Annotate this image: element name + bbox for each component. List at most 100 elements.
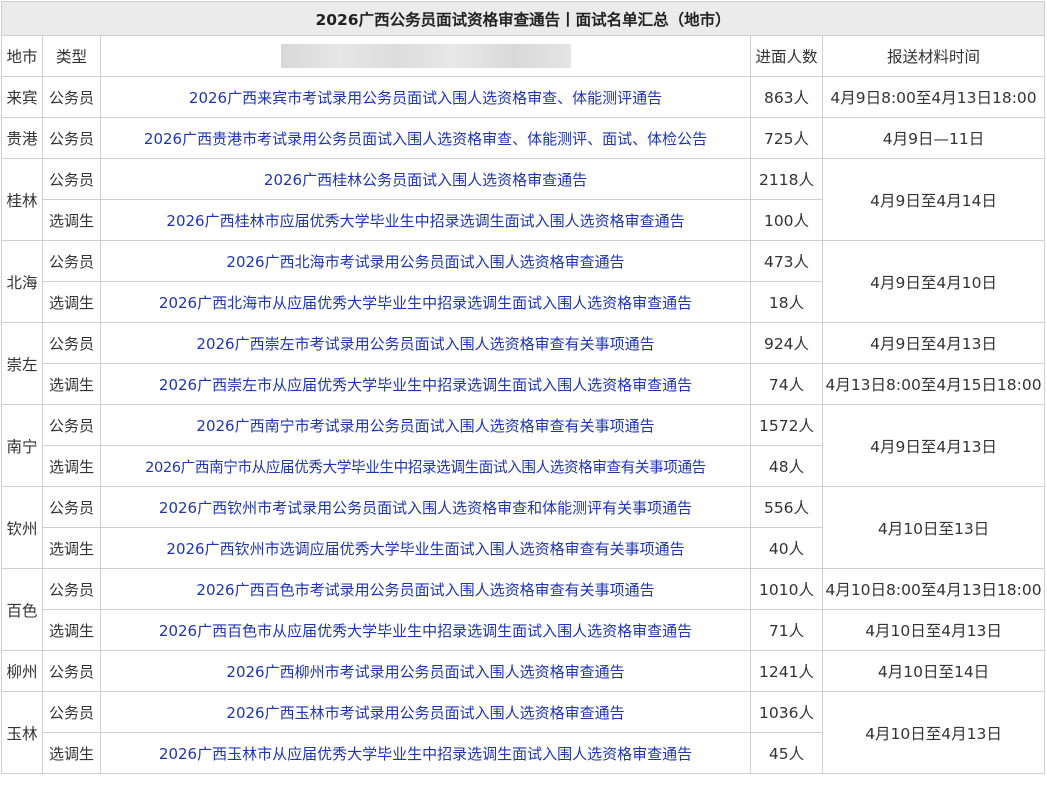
notice-link[interactable]: 2026广西来宾市考试录用公务员面试入围人选资格审查、体能测评通告 [189, 89, 662, 107]
notice-cell: 2026广西崇左市从应届优秀大学毕业生中招录选调生面试入围人选资格审查通告 [100, 363, 751, 405]
redacted-header-block [280, 44, 571, 68]
count-cell: 473人 [750, 240, 823, 282]
type-cell: 选调生 [42, 199, 101, 241]
count-cell: 924人 [750, 322, 823, 364]
type-cell: 公务员 [42, 486, 101, 528]
notice-link[interactable]: 2026广西百色市从应届优秀大学毕业生中招录选调生面试入围人选资格审查通告 [159, 622, 692, 640]
time-cell: 4月10日至14日 [821, 650, 1046, 692]
type-cell: 公务员 [42, 322, 101, 364]
notice-link[interactable]: 2026广西钦州市选调应届优秀大学毕业生面试入围人选资格审查有关事项通告 [166, 540, 684, 558]
time-cell: 4月13日8:00至4月15日18:00 [821, 363, 1046, 405]
notice-cell: 2026广西百色市考试录用公务员面试入围人选资格审查有关事项通告 [100, 568, 751, 610]
notice-link[interactable]: 2026广西贵港市考试录用公务员面试入围人选资格审查、体能测评、面试、体检公告 [144, 130, 707, 148]
table-row: 百色 公务员 2026广西百色市考试录用公务员面试入围人选资格审查有关事项通告 … [1, 568, 1046, 651]
notice-link[interactable]: 2026广西柳州市考试录用公务员面试入围人选资格审查通告 [226, 663, 624, 681]
notice-cell: 2026广西钦州市选调应届优秀大学毕业生面试入围人选资格审查有关事项通告 [100, 527, 751, 569]
type-cell: 公务员 [42, 117, 101, 159]
type-cell: 选调生 [42, 363, 101, 405]
count-cell: 1010人 [750, 568, 823, 610]
type-cell: 公务员 [42, 240, 101, 282]
table-row: 玉林 公务员 2026广西玉林市考试录用公务员面试入围人选资格审查通告 1036… [1, 691, 1046, 774]
type-cell: 选调生 [42, 609, 101, 651]
city-cell: 钦州 [1, 486, 43, 569]
notice-link[interactable]: 2026广西桂林市应届优秀大学毕业生中招录选调生面试入围人选资格审查通告 [166, 212, 684, 230]
type-cell: 公务员 [42, 158, 101, 200]
time-cell: 4月9日至4月14日 [821, 158, 1046, 241]
count-cell: 1036人 [750, 691, 823, 733]
notice-cell: 2026广西贵港市考试录用公务员面试入围人选资格审查、体能测评、面试、体检公告 [100, 117, 751, 159]
type-cell: 公务员 [42, 76, 101, 118]
table-row: 贵港 公务员 2026广西贵港市考试录用公务员面试入围人选资格审查、体能测评、面… [1, 117, 1046, 159]
notice-link[interactable]: 2026广西钦州市考试录用公务员面试入围人选资格审查和体能测评有关事项通告 [159, 499, 692, 517]
table-row: 柳州 公务员 2026广西柳州市考试录用公务员面试入围人选资格审查通告 1241… [1, 650, 1046, 692]
table-row: 来宾 公务员 2026广西来宾市考试录用公务员面试入围人选资格审查、体能测评通告… [1, 76, 1046, 118]
notice-cell: 2026广西桂林市应届优秀大学毕业生中招录选调生面试入围人选资格审查通告 [100, 199, 751, 241]
count-cell: 725人 [750, 117, 823, 159]
notice-link[interactable]: 2026广西北海市考试录用公务员面试入围人选资格审查通告 [226, 253, 624, 271]
city-cell: 来宾 [1, 76, 43, 118]
notice-cell: 2026广西北海市考试录用公务员面试入围人选资格审查通告 [100, 240, 751, 282]
notice-link[interactable]: 2026广西北海市从应届优秀大学毕业生中招录选调生面试入围人选资格审查通告 [159, 294, 692, 312]
notice-link[interactable]: 2026广西南宁市从应届优秀大学毕业生中招录选调生面试入围人选资格审查有关事项通… [145, 459, 706, 476]
city-cell: 南宁 [1, 404, 43, 487]
notice-link[interactable]: 2026广西玉林市考试录用公务员面试入围人选资格审查通告 [226, 704, 624, 722]
count-cell: 48人 [750, 445, 823, 487]
type-cell: 公务员 [42, 568, 101, 610]
count-cell: 863人 [750, 76, 823, 118]
count-cell: 100人 [750, 199, 823, 241]
time-cell: 4月10日至4月13日 [821, 609, 1046, 651]
city-cell: 玉林 [1, 691, 43, 774]
time-cell: 4月9日至4月13日 [821, 404, 1046, 487]
type-cell: 公务员 [42, 650, 101, 692]
time-cell: 4月9日—11日 [821, 117, 1046, 159]
header-time: 报送材料时间 [821, 35, 1046, 77]
notice-cell: 2026广西玉林市考试录用公务员面试入围人选资格审查通告 [100, 691, 751, 733]
type-cell: 选调生 [42, 281, 101, 323]
table-row: 崇左 公务员 2026广西崇左市考试录用公务员面试入围人选资格审查有关事项通告 … [1, 322, 1046, 405]
title-row: 2026广西公务员面试资格审查通告丨面试名单汇总（地市） [0, 1, 1046, 36]
time-cell: 4月10日至4月13日 [821, 691, 1046, 774]
notice-link[interactable]: 2026广西百色市考试录用公务员面试入围人选资格审查有关事项通告 [196, 581, 654, 599]
time-cell: 4月9日8:00至4月13日18:00 [821, 76, 1046, 118]
type-cell: 选调生 [42, 527, 101, 569]
city-cell: 贵港 [1, 117, 43, 159]
table-row: 选调生 2026广西百色市从应届优秀大学毕业生中招录选调生面试入围人选资格审查通… [2, 609, 1046, 651]
time-cell: 4月10日至13日 [821, 486, 1046, 569]
notice-link[interactable]: 2026广西崇左市考试录用公务员面试入围人选资格审查有关事项通告 [196, 335, 654, 353]
city-cell: 百色 [1, 568, 43, 651]
table-row: 选调生 2026广西崇左市从应届优秀大学毕业生中招录选调生面试入围人选资格审查通… [2, 363, 1046, 405]
city-cell: 北海 [1, 240, 43, 323]
notice-cell: 2026广西南宁市从应届优秀大学毕业生中招录选调生面试入围人选资格审查有关事项通… [100, 445, 751, 487]
notice-cell: 2026广西桂林公务员面试入围人选资格审查通告 [100, 158, 751, 200]
count-cell: 1241人 [750, 650, 823, 692]
type-cell: 公务员 [42, 691, 101, 733]
time-cell: 4月10日8:00至4月13日18:00 [821, 568, 1046, 610]
count-cell: 40人 [750, 527, 823, 569]
city-cell: 崇左 [1, 322, 43, 405]
notice-cell: 2026广西玉林市从应届优秀大学毕业生中招录选调生面试入围人选资格审查通告 [100, 732, 751, 774]
time-cell: 4月9日至4月13日 [821, 322, 1046, 364]
city-cell: 桂林 [1, 158, 43, 241]
notice-cell: 2026广西柳州市考试录用公务员面试入围人选资格审查通告 [100, 650, 751, 692]
type-cell: 选调生 [42, 732, 101, 774]
count-cell: 1572人 [750, 404, 823, 446]
notice-cell: 2026广西南宁市考试录用公务员面试入围人选资格审查有关事项通告 [100, 404, 751, 446]
header-count: 进面人数 [750, 35, 823, 77]
table-row: 南宁 公务员 2026广西南宁市考试录用公务员面试入围人选资格审查有关事项通告 … [1, 404, 1046, 487]
notice-link[interactable]: 2026广西桂林公务员面试入围人选资格审查通告 [264, 171, 587, 189]
type-cell: 选调生 [42, 445, 101, 487]
notice-link[interactable]: 2026广西南宁市考试录用公务员面试入围人选资格审查有关事项通告 [196, 417, 654, 435]
interview-summary-table: 2026广西公务员面试资格审查通告丨面试名单汇总（地市） 地市 类型 进面人数 … [0, 1, 1046, 774]
notice-cell: 2026广西钦州市考试录用公务员面试入围人选资格审查和体能测评有关事项通告 [100, 486, 751, 528]
notice-cell: 2026广西北海市从应届优秀大学毕业生中招录选调生面试入围人选资格审查通告 [100, 281, 751, 323]
notice-link[interactable]: 2026广西玉林市从应届优秀大学毕业生中招录选调生面试入围人选资格审查通告 [159, 745, 692, 763]
time-cell: 4月9日至4月10日 [821, 240, 1046, 323]
count-cell: 71人 [750, 609, 823, 651]
notice-cell: 2026广西百色市从应届优秀大学毕业生中招录选调生面试入围人选资格审查通告 [100, 609, 751, 651]
count-cell: 556人 [750, 486, 823, 528]
table-row: 钦州 公务员 2026广西钦州市考试录用公务员面试入围人选资格审查和体能测评有关… [1, 486, 1046, 569]
table-row: 桂林 公务员 2026广西桂林公务员面试入围人选资格审查通告 2118人 4月9… [1, 158, 1046, 241]
type-cell: 公务员 [42, 404, 101, 446]
city-cell: 柳州 [1, 650, 43, 692]
notice-link[interactable]: 2026广西崇左市从应届优秀大学毕业生中招录选调生面试入围人选资格审查通告 [159, 376, 692, 394]
